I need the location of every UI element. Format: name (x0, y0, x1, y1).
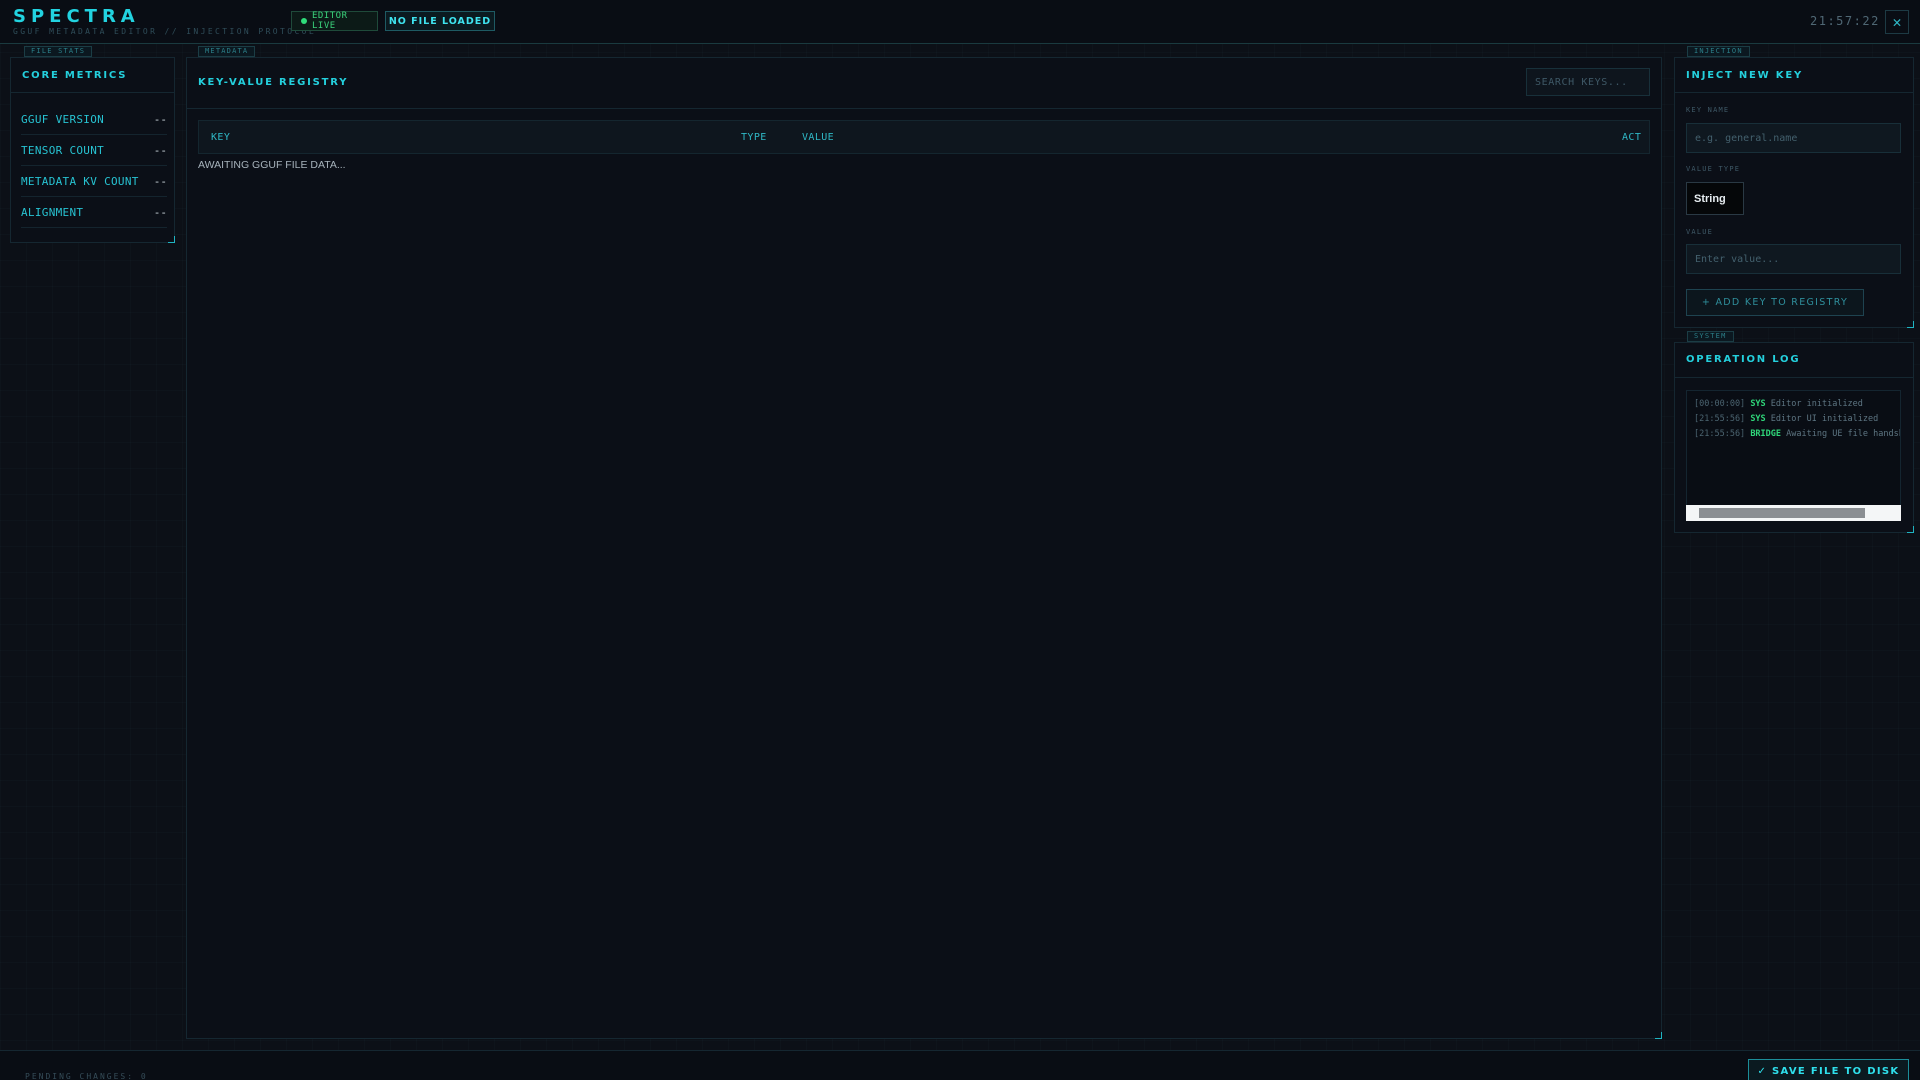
metric-value: -- (153, 112, 167, 126)
metric-value: -- (153, 205, 167, 219)
empty-registry-message: AWAITING GGUF FILE DATA... (198, 159, 346, 171)
app-brand: SPECTRA (13, 6, 140, 27)
corner-accent (168, 236, 175, 243)
log-horizontal-scrollbar[interactable] (1686, 505, 1901, 521)
log-entry: [21:55:56] BRIDGE Awaiting UE file hands… (1694, 429, 1900, 439)
metric-label: TENSOR COUNT (21, 143, 105, 157)
column-key[interactable]: KEY (211, 132, 230, 143)
log-source: SYS (1750, 414, 1766, 424)
metric-value: -- (153, 143, 167, 157)
app-footer: PENDING CHANGES: 0 (0, 1050, 1920, 1080)
app-header: SPECTRA GGUF METADATA EDITOR // INJECTIO… (0, 0, 1920, 44)
editor-status-text: EDITOR LIVE (311, 11, 348, 31)
log-entry: [00:00:00] SYS Editor initialized (1694, 399, 1863, 409)
log-source: BRIDGE (1750, 429, 1782, 439)
value-input[interactable]: Enter value... (1686, 244, 1901, 274)
log-message: Awaiting UE file handshake (1786, 429, 1900, 439)
add-key-button[interactable]: + ADD KEY TO REGISTRY (1686, 289, 1864, 316)
corner-accent (1907, 526, 1914, 533)
log-time: [21:55:56] (1694, 429, 1746, 439)
column-value[interactable]: VALUE (802, 132, 834, 143)
log-entry: [21:55:56] SYS Editor UI initialized (1694, 414, 1878, 424)
value-placeholder: Enter value... (1695, 253, 1780, 265)
registry-title: KEY-VALUE REGISTRY (198, 77, 349, 88)
pending-changes-text: PENDING CHANGES: 0 (25, 1072, 148, 1080)
metric-row-alignment: ALIGNMENT -- (21, 197, 167, 228)
metric-value: -- (153, 174, 167, 188)
save-file-button[interactable]: ✓ SAVE FILE TO DISK (1748, 1059, 1909, 1080)
metric-row-gguf-version: GGUF VERSION -- (21, 104, 167, 135)
operation-log-title: OPERATION LOG (1686, 354, 1801, 365)
log-message: Editor initialized (1770, 399, 1863, 409)
column-act: ACT (1622, 132, 1642, 143)
close-button[interactable]: ✕ (1885, 10, 1909, 34)
metadata-tag: METADATA (198, 46, 256, 57)
close-icon: ✕ (1892, 13, 1902, 31)
corner-accent (1655, 1032, 1662, 1039)
log-time: [00:00:00] (1694, 399, 1746, 409)
value-label: VALUE (1686, 228, 1714, 236)
log-message: Editor UI initialized (1770, 414, 1879, 424)
registry-table-header: KEY TYPE VALUE ACT (198, 120, 1650, 154)
search-keys-input[interactable]: SEARCH KEYS... (1526, 68, 1650, 96)
value-type-label: VALUE TYPE (1686, 165, 1741, 173)
column-type[interactable]: TYPE (741, 132, 767, 143)
app-subtitle: GGUF METADATA EDITOR // INJECTION PROTOC… (13, 27, 317, 36)
search-placeholder: SEARCH KEYS... (1535, 76, 1628, 88)
status-dot-icon (301, 18, 307, 24)
metric-label: GGUF VERSION (21, 112, 105, 126)
scrollbar-thumb[interactable] (1699, 508, 1865, 518)
clock: 21:57:22 (1810, 14, 1880, 28)
metadata-panel: METADATA KEY-VALUE REGISTRY (186, 46, 1662, 1039)
key-name-placeholder: e.g. general.name (1695, 132, 1798, 144)
divider (11, 92, 174, 93)
key-name-label: KEY NAME (1686, 106, 1730, 114)
file-status-badge: NO FILE LOADED (385, 11, 495, 31)
inject-title: INJECT NEW KEY (1686, 70, 1804, 81)
metric-row-tensor-count: TENSOR COUNT -- (21, 135, 167, 166)
divider (1675, 92, 1913, 93)
value-type-select[interactable]: String (1686, 182, 1744, 215)
key-name-input[interactable]: e.g. general.name (1686, 123, 1901, 153)
metric-row-metadata-kv-count: METADATA KV COUNT -- (21, 166, 167, 197)
file-stats-panel: FILE STATS CORE METRICS GGUF VERSION -- … (10, 46, 175, 243)
log-time: [21:55:56] (1694, 414, 1746, 424)
log-source: SYS (1750, 399, 1766, 409)
core-metrics-title: CORE METRICS (22, 70, 128, 81)
editor-status-badge: EDITOR LIVE (291, 11, 378, 31)
divider (1675, 377, 1913, 378)
operation-log[interactable]: [00:00:00] SYS Editor initialized [21:55… (1686, 390, 1901, 520)
system-tag: SYSTEM (1687, 331, 1734, 342)
metric-label: METADATA KV COUNT (21, 174, 139, 188)
corner-accent (1907, 321, 1914, 328)
injection-tag: INJECTION (1687, 46, 1750, 57)
file-stats-tag: FILE STATS (24, 46, 93, 57)
divider (187, 108, 1661, 109)
metric-label: ALIGNMENT (21, 205, 84, 219)
